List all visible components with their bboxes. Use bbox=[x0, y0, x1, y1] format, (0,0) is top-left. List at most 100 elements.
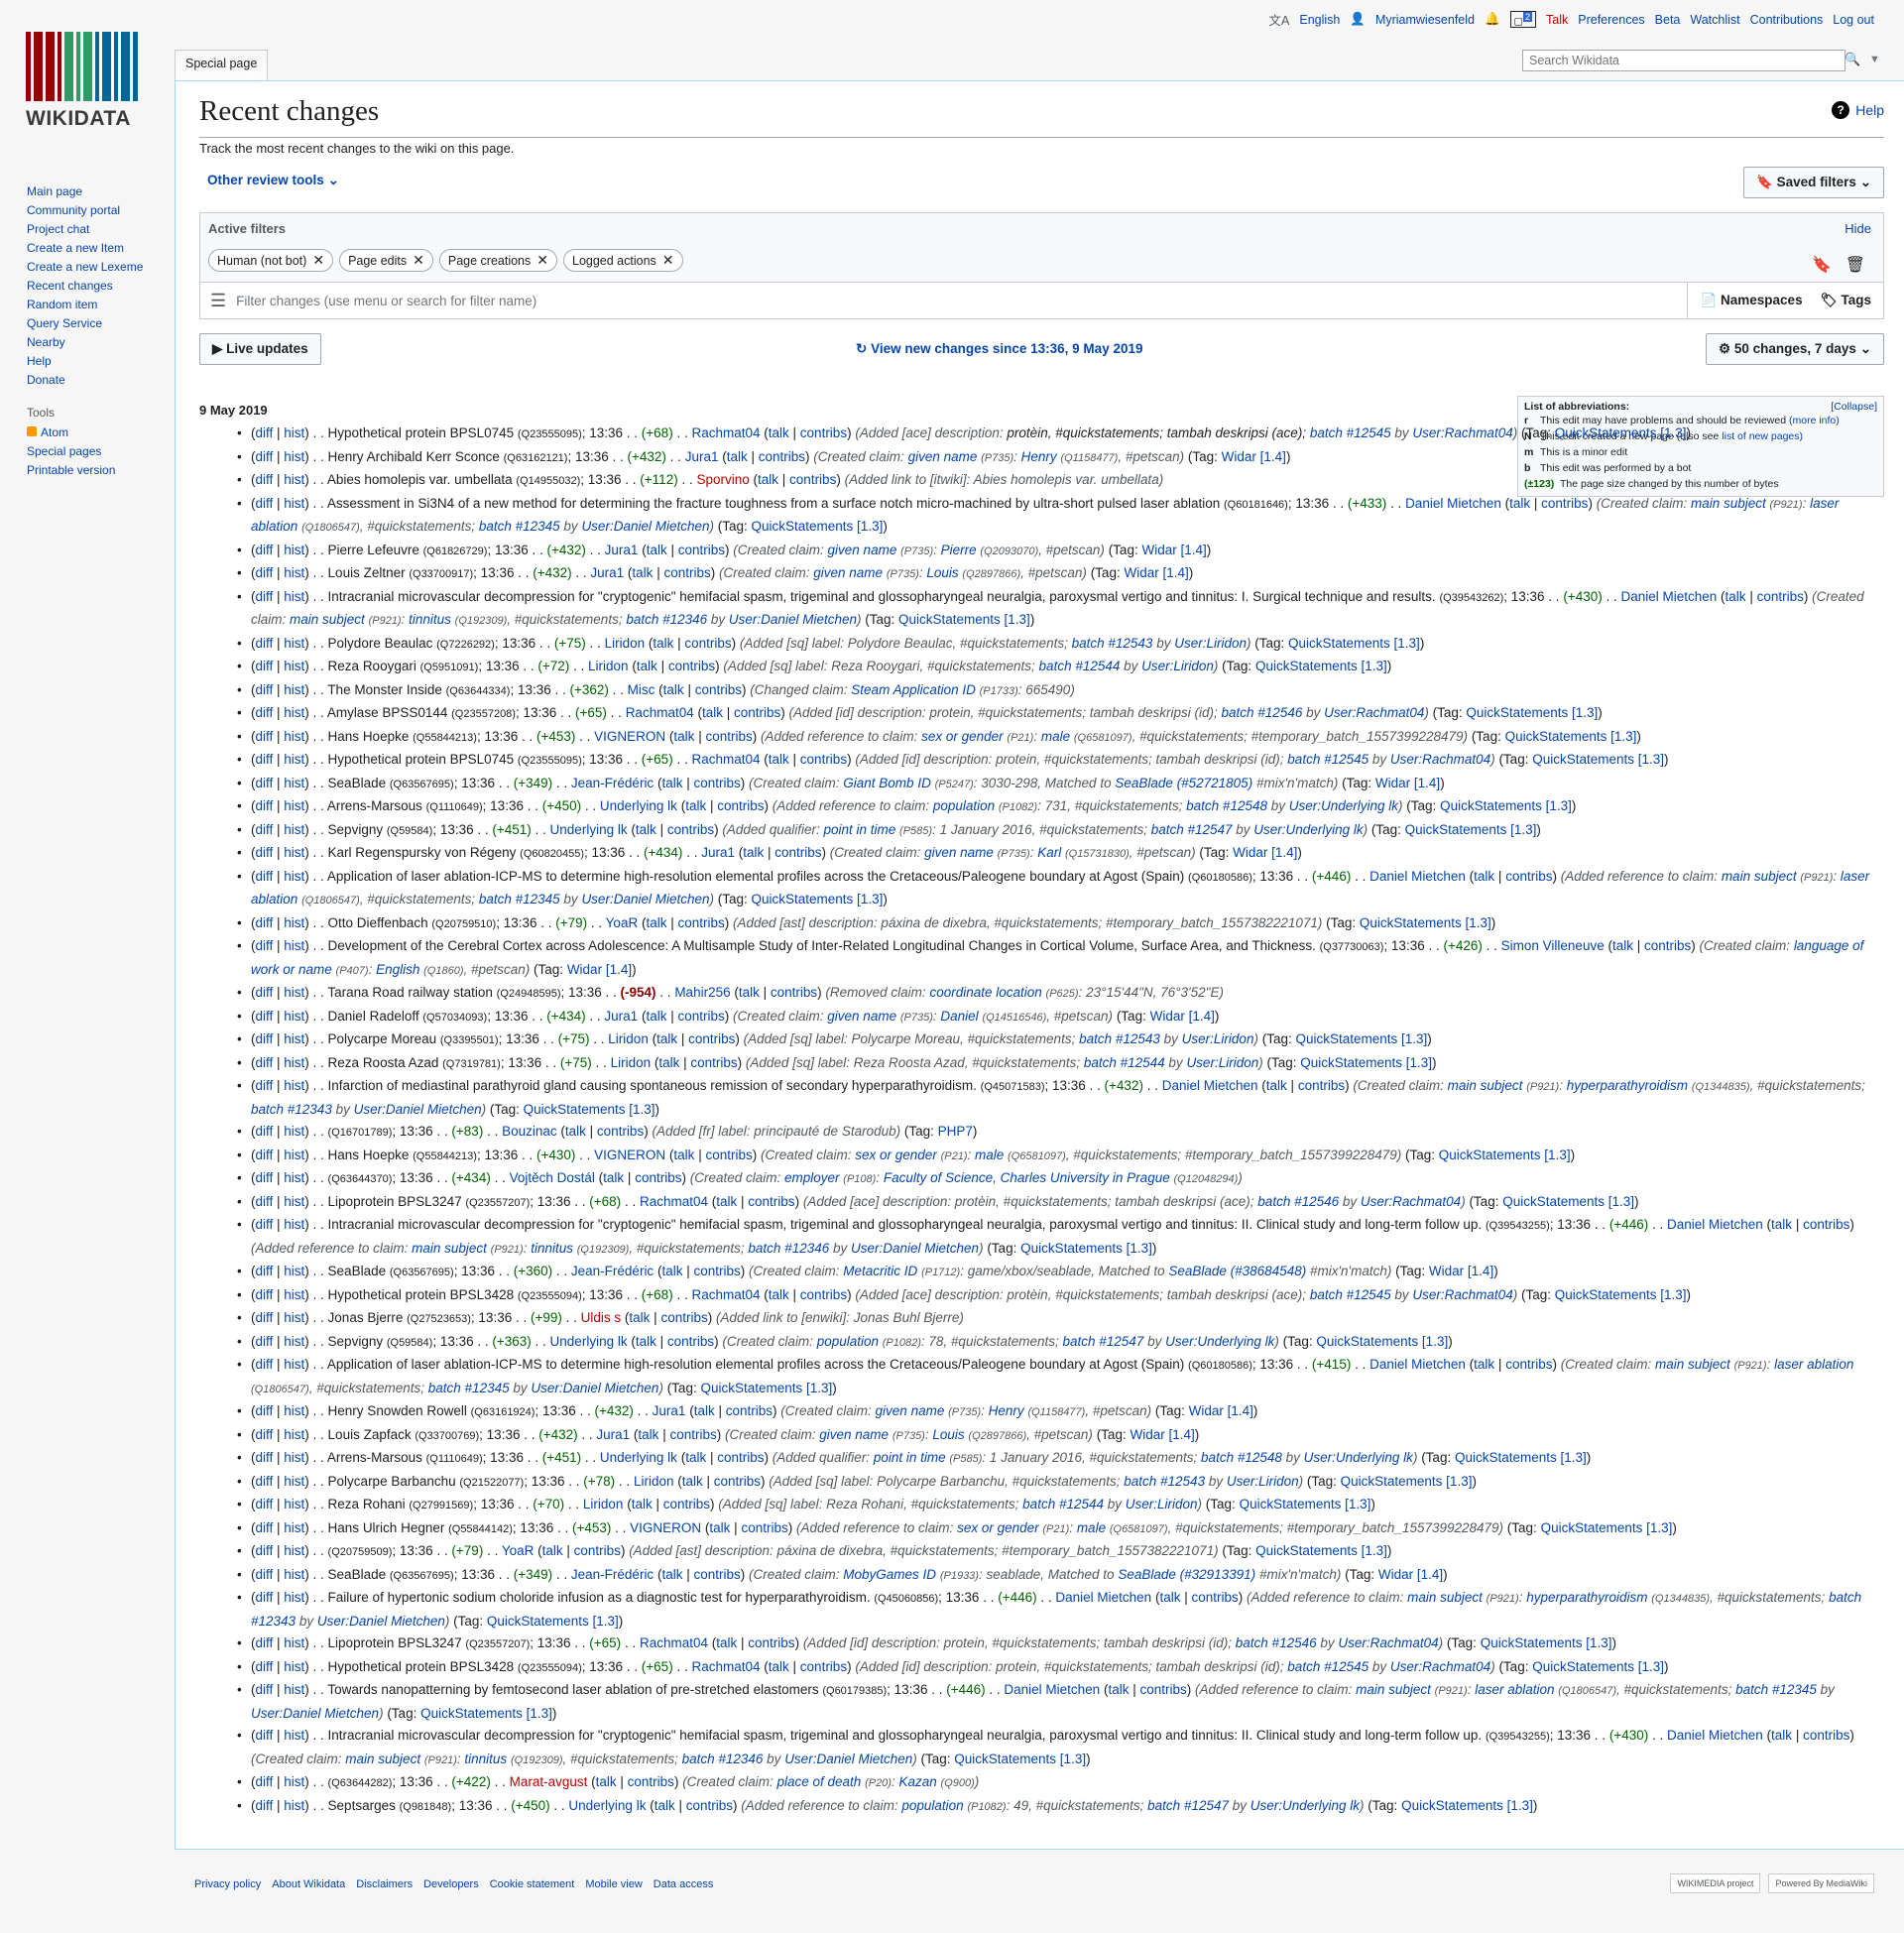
change-link[interactable]: batch #12548 bbox=[1186, 798, 1267, 813]
diff-link[interactable]: diff bbox=[256, 1474, 274, 1489]
diff-link[interactable]: diff bbox=[256, 752, 274, 767]
sidebar-item-random-item[interactable]: Random item bbox=[27, 298, 97, 311]
change-link[interactable]: batch #12547 bbox=[1151, 822, 1233, 837]
change-link[interactable]: talk bbox=[1771, 1728, 1792, 1743]
change-link[interactable]: talk bbox=[661, 776, 682, 790]
change-link[interactable]: User:Daniel Mietchen bbox=[729, 612, 857, 627]
change-link[interactable]: talk bbox=[542, 1543, 563, 1558]
change-link[interactable]: Rachmat04 bbox=[626, 705, 694, 720]
hist-link[interactable]: hist bbox=[284, 1148, 304, 1162]
change-link[interactable]: batch #12346 bbox=[682, 1752, 764, 1766]
change-link[interactable]: QuickStatements [1.3] bbox=[898, 612, 1030, 627]
hist-link[interactable]: hist bbox=[284, 985, 304, 1000]
change-link[interactable]: contribs bbox=[774, 845, 821, 860]
hist-link[interactable]: hist bbox=[284, 1009, 304, 1024]
hist-link[interactable]: hist bbox=[284, 543, 304, 557]
change-link[interactable]: Kazan bbox=[898, 1774, 936, 1789]
change-link[interactable]: Liridon bbox=[588, 659, 629, 673]
change-link[interactable]: contribs bbox=[1191, 1590, 1238, 1605]
change-link[interactable]: contribs bbox=[1644, 938, 1691, 953]
diff-link[interactable]: diff bbox=[256, 449, 274, 464]
hist-link[interactable]: hist bbox=[284, 845, 304, 860]
close-icon[interactable]: ✕ bbox=[662, 252, 674, 269]
hist-link[interactable]: hist bbox=[284, 1520, 304, 1535]
hist-link[interactable]: hist bbox=[284, 1217, 304, 1232]
change-link[interactable]: batch #12543 bbox=[1079, 1031, 1160, 1046]
change-link[interactable]: main subject bbox=[1407, 1590, 1483, 1605]
change-link[interactable]: talk bbox=[702, 705, 723, 720]
change-link[interactable]: Karl bbox=[1037, 845, 1061, 860]
change-link[interactable]: batch #12543 bbox=[1072, 636, 1153, 651]
sidebar-item-recent-changes[interactable]: Recent changes bbox=[27, 279, 113, 293]
change-link[interactable]: given name bbox=[819, 1427, 889, 1442]
change-link[interactable]: QuickStatements [1.3] bbox=[700, 1381, 832, 1395]
change-link[interactable]: User:Daniel Mietchen bbox=[581, 519, 709, 534]
change-link[interactable]: SeaBlade (#32913391) bbox=[1118, 1567, 1255, 1582]
diff-link[interactable]: diff bbox=[256, 1194, 274, 1209]
change-link[interactable]: batch #12543 bbox=[1124, 1474, 1205, 1489]
filter-pill-page-edits[interactable]: Page edits ✕ bbox=[339, 249, 433, 272]
change-link[interactable]: User:Rachmat04 bbox=[1338, 1635, 1438, 1650]
change-link[interactable]: batch #12545 bbox=[1310, 1287, 1391, 1302]
change-link[interactable]: batch #12546 bbox=[1257, 1194, 1339, 1209]
diff-link[interactable]: diff bbox=[256, 1728, 274, 1743]
change-link[interactable]: QuickStatements [1.3] bbox=[752, 892, 884, 906]
change-link[interactable]: given name bbox=[828, 543, 897, 557]
watchlist-link[interactable]: Watchlist bbox=[1690, 13, 1739, 27]
change-link[interactable]: batch #12346 bbox=[748, 1241, 829, 1256]
change-link[interactable]: QuickStatements [1.3] bbox=[1555, 425, 1687, 440]
change-link[interactable]: User:Daniel Mietchen bbox=[581, 892, 709, 906]
change-link[interactable]: talk bbox=[654, 1798, 675, 1813]
hist-link[interactable]: hist bbox=[284, 938, 304, 953]
change-link[interactable]: User:Daniel Mietchen bbox=[784, 1752, 912, 1766]
change-link[interactable]: main subject bbox=[345, 1752, 420, 1766]
change-link[interactable]: batch #12345 bbox=[428, 1381, 510, 1395]
change-link[interactable]: contribs bbox=[693, 1567, 740, 1582]
sidebar-item-create-item[interactable]: Create a new Item bbox=[27, 241, 124, 255]
contributions-link[interactable]: Contributions bbox=[1750, 13, 1824, 27]
change-link[interactable]: Daniel Mietchen bbox=[1405, 496, 1501, 511]
change-link[interactable]: Widar [1.4] bbox=[1189, 1403, 1253, 1418]
change-link[interactable]: contribs bbox=[726, 1403, 773, 1418]
user-link[interactable]: Myriamwiesenfeld bbox=[1375, 13, 1475, 27]
change-link[interactable]: QuickStatements [1.3] bbox=[1020, 1241, 1152, 1256]
sidebar-item-atom[interactable]: Atom bbox=[41, 425, 68, 439]
change-link[interactable]: YoaR bbox=[606, 915, 639, 930]
change-link[interactable]: talk bbox=[716, 1635, 737, 1650]
change-link[interactable]: Widar [1.4] bbox=[1378, 1567, 1443, 1582]
diff-link[interactable]: diff bbox=[256, 845, 274, 860]
change-link[interactable]: batch #12545 bbox=[1310, 425, 1391, 440]
change-link[interactable]: Widar [1.4] bbox=[1429, 1264, 1493, 1278]
hist-link[interactable]: hist bbox=[284, 1264, 304, 1278]
saved-filters-button[interactable]: 🔖 Saved filters ⌄ bbox=[1743, 167, 1884, 198]
change-link[interactable]: talk bbox=[646, 1009, 666, 1024]
change-link[interactable]: hyperparathyroidism bbox=[1526, 1590, 1647, 1605]
change-link[interactable]: hyperparathyroidism bbox=[1567, 1078, 1688, 1093]
change-link[interactable]: contribs bbox=[741, 1520, 787, 1535]
change-link[interactable]: batch #12548 bbox=[1201, 1450, 1282, 1465]
change-link[interactable]: talk bbox=[637, 659, 657, 673]
change-link[interactable]: batch #12544 bbox=[1039, 659, 1121, 673]
talk-link[interactable]: Talk bbox=[1546, 13, 1568, 27]
change-link[interactable]: contribs bbox=[597, 1124, 644, 1139]
change-link[interactable]: Jura1 bbox=[605, 543, 639, 557]
change-link[interactable]: Widar [1.4] bbox=[567, 962, 632, 977]
change-link[interactable]: QuickStatements [1.3] bbox=[1541, 1520, 1673, 1535]
hist-link[interactable]: hist bbox=[284, 729, 304, 744]
diff-link[interactable]: diff bbox=[256, 938, 274, 953]
change-link[interactable]: Widar [1.4] bbox=[1375, 776, 1440, 790]
change-link[interactable]: talk bbox=[727, 449, 748, 464]
diff-link[interactable]: diff bbox=[256, 1774, 274, 1789]
change-link[interactable]: QuickStatements [1.3] bbox=[1405, 822, 1537, 837]
change-link[interactable]: Widar [1.4] bbox=[1150, 1009, 1215, 1024]
diff-link[interactable]: diff bbox=[256, 636, 274, 651]
change-link[interactable]: main subject bbox=[1448, 1078, 1523, 1093]
change-link[interactable]: Louis bbox=[932, 1427, 964, 1442]
change-link[interactable]: contribs bbox=[705, 729, 752, 744]
hist-link[interactable]: hist bbox=[284, 1357, 304, 1372]
change-link[interactable]: contribs bbox=[663, 565, 710, 580]
change-link[interactable]: contribs bbox=[667, 822, 714, 837]
beta-link[interactable]: Beta bbox=[1655, 13, 1681, 27]
change-link[interactable]: User:Underlying lk bbox=[1165, 1334, 1274, 1349]
change-link[interactable]: Jura1 bbox=[604, 1009, 638, 1024]
